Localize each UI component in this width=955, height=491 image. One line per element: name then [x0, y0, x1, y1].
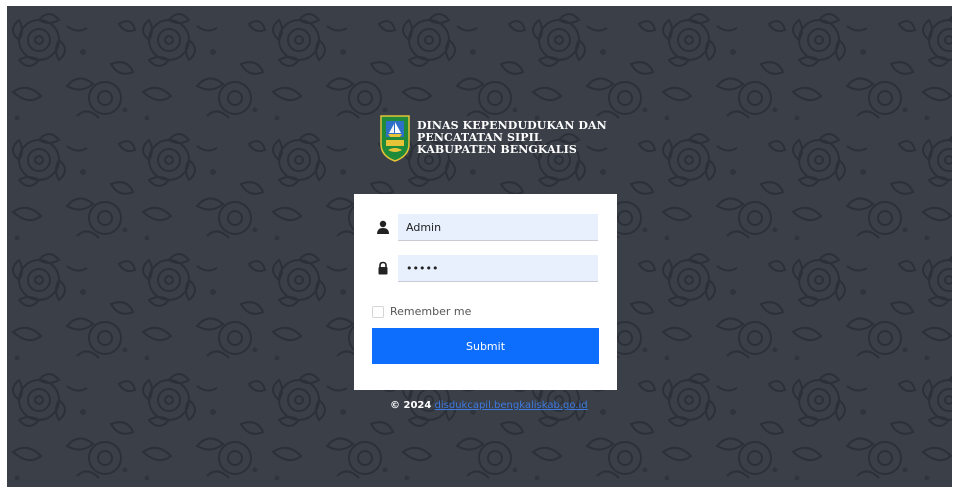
footer: © 2024 disdukcapil.bengkaliskab.go.id: [390, 400, 588, 411]
lock-icon: [378, 261, 388, 275]
login-card: Remember me Submit: [354, 194, 617, 390]
submit-button[interactable]: Submit: [372, 328, 599, 364]
username-input[interactable]: [398, 214, 598, 241]
copyright-text: © 2024: [390, 400, 432, 411]
agency-brand: DINAS KEPENDUDUKAN DAN PENCATATAN SIPIL …: [379, 114, 607, 162]
remember-me-checkbox[interactable]: [372, 305, 384, 318]
agency-name: DINAS KEPENDUDUKAN DAN PENCATATAN SIPIL …: [417, 120, 607, 156]
agency-name-line-3: KABUPATEN BENGKALIS: [417, 143, 577, 156]
username-row: [372, 214, 598, 242]
website-link[interactable]: disdukcapil.bengkaliskab.go.id: [435, 400, 588, 411]
password-row: [372, 255, 598, 283]
user-icon: [377, 220, 389, 234]
bengkalis-emblem-icon: [380, 115, 410, 162]
remember-me-label[interactable]: Remember me: [390, 305, 471, 318]
login-page: DINAS KEPENDUDUKAN DAN PENCATATAN SIPIL …: [7, 6, 952, 487]
remember-me[interactable]: Remember me: [372, 305, 471, 318]
password-input[interactable]: [398, 255, 598, 282]
